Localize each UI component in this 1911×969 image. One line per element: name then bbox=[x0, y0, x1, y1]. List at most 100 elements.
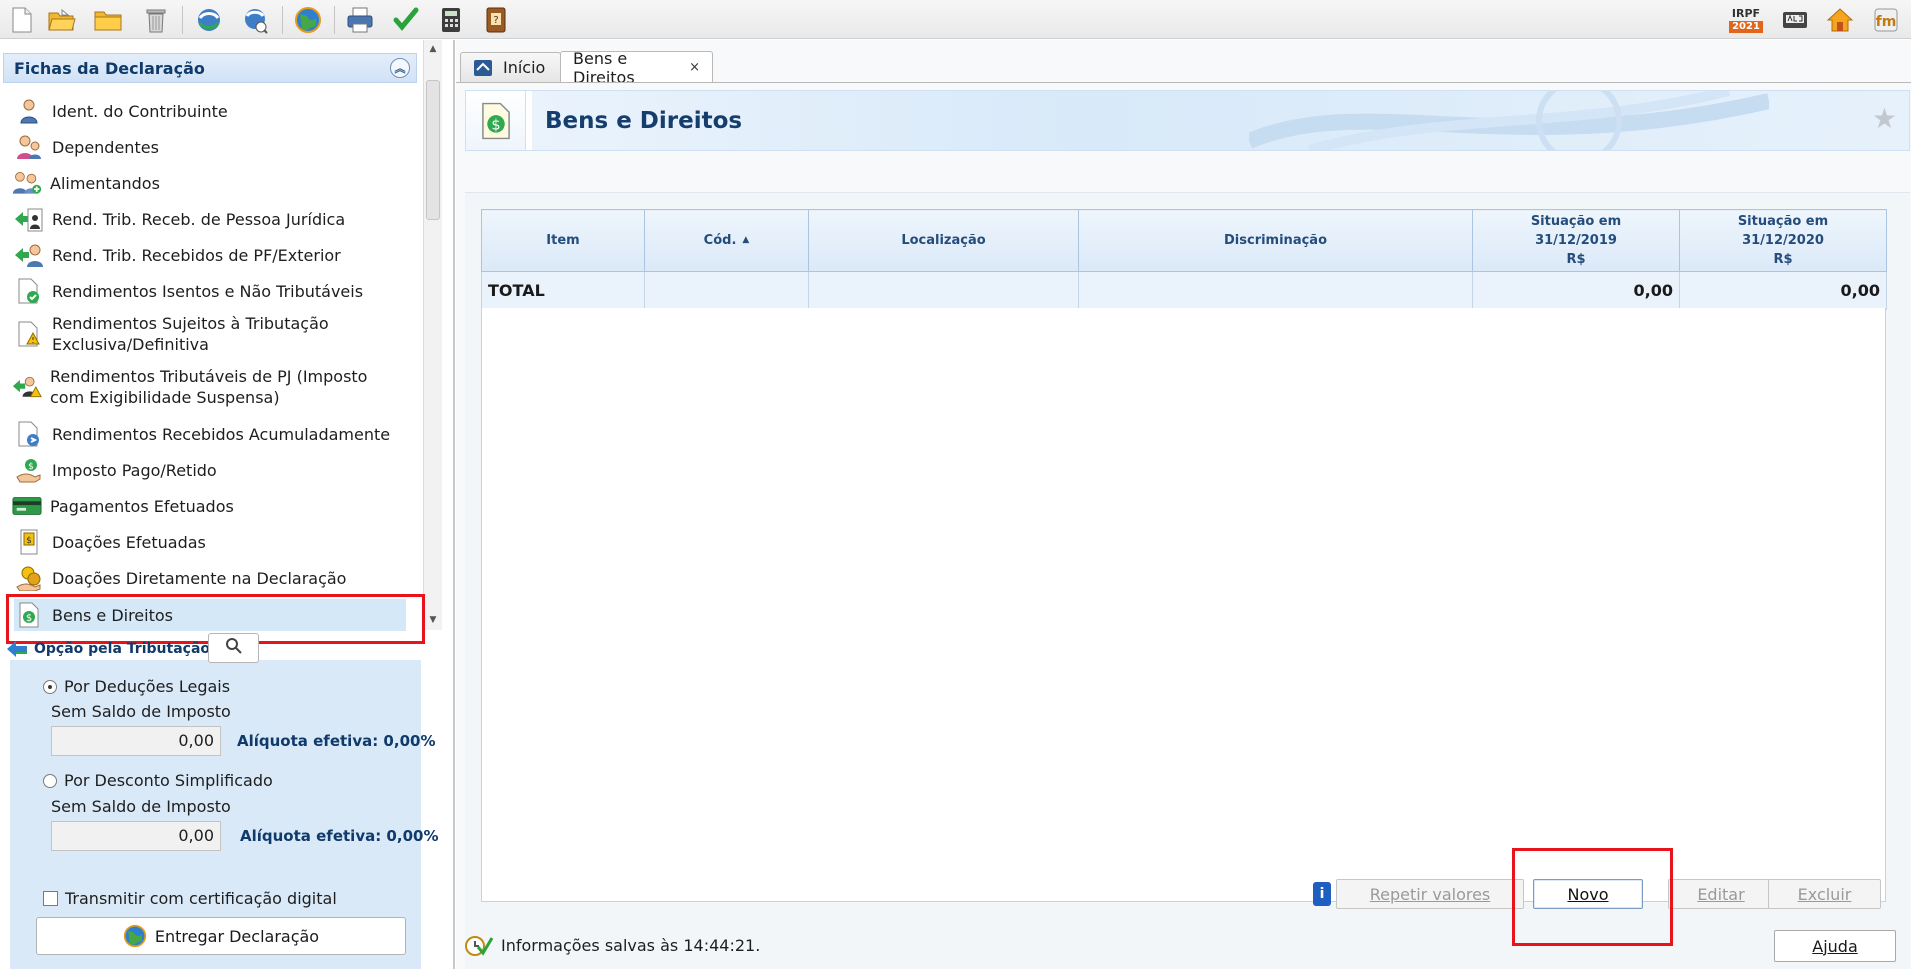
irpf-2021-icon[interactable]: IRPF 2021 bbox=[1726, 4, 1766, 36]
column-header-localizacao[interactable]: Localização bbox=[808, 209, 1079, 272]
transmit-icon[interactable] bbox=[193, 4, 225, 36]
edit-button[interactable]: Editar bbox=[1668, 879, 1774, 909]
recover-icon[interactable] bbox=[239, 4, 271, 36]
suspended-icon bbox=[12, 372, 42, 402]
sidebar-scrollbar[interactable]: ▲ ▼ bbox=[423, 40, 442, 630]
irpf-label: IRPF bbox=[1731, 6, 1761, 20]
sidebar-item-rend-pf[interactable]: Rend. Trib. Recebidos de PF/Exterior bbox=[14, 239, 404, 271]
payments-icon bbox=[12, 491, 42, 521]
repeat-values-button[interactable]: Repetir valores bbox=[1336, 879, 1524, 909]
sidebar-title: Fichas da Declaração bbox=[14, 58, 205, 78]
scroll-down-icon[interactable]: ▼ bbox=[426, 613, 440, 627]
column-header-item[interactable]: Item bbox=[481, 209, 645, 272]
sidebar-item-pagamentos[interactable]: Pagamentos Efetuados bbox=[12, 490, 402, 522]
open-folder-icon[interactable] bbox=[46, 4, 78, 36]
globe-icon[interactable] bbox=[292, 4, 324, 36]
column-header-situacao-2020[interactable]: Situação em 31/12/2020 R$ bbox=[1679, 209, 1887, 272]
alimentandos-icon bbox=[12, 168, 42, 198]
sidebar-item-dependentes[interactable]: Dependentes bbox=[14, 131, 404, 163]
legal-aliquota: Alíquota efetiva: 0,00% bbox=[237, 732, 436, 750]
radio-button[interactable] bbox=[43, 773, 57, 788]
magnifier-icon bbox=[225, 637, 243, 659]
scroll-up-icon[interactable]: ▲ bbox=[426, 42, 440, 56]
radio-desconto-simplificado[interactable]: Por Desconto Simplificado bbox=[43, 771, 273, 790]
assets-icon: $ bbox=[14, 600, 44, 630]
sidebar-item-isentos[interactable]: Rendimentos Isentos e Não Tributáveis bbox=[14, 275, 404, 307]
sidebar-item-label: Doações Efetuadas bbox=[52, 532, 206, 552]
favorite-star-icon[interactable]: ★ bbox=[1872, 105, 1897, 133]
radio-deducoes-legais[interactable]: Por Deduções Legais bbox=[43, 677, 230, 696]
total-2020: 0,00 bbox=[1679, 271, 1887, 310]
column-header-cod[interactable]: Cód. ▲ bbox=[644, 209, 809, 272]
collapse-icon[interactable]: ︽ bbox=[390, 58, 410, 78]
folder-icon[interactable] bbox=[92, 4, 124, 36]
radio-button[interactable] bbox=[43, 679, 57, 694]
calculator-icon[interactable] bbox=[435, 4, 467, 36]
info-icon[interactable]: i bbox=[1313, 882, 1331, 906]
check-icon[interactable] bbox=[390, 4, 422, 36]
tax-search-button[interactable] bbox=[208, 633, 259, 663]
sidebar-item-rend-pj[interactable]: Rend. Trib. Receb. de Pessoa Jurídica bbox=[14, 203, 404, 235]
new-document-icon[interactable] bbox=[6, 4, 38, 36]
sidebar-item-ident-contribuinte[interactable]: Ident. do Contribuinte bbox=[14, 95, 404, 127]
book-icon[interactable]: ? bbox=[480, 4, 512, 36]
trash-icon[interactable] bbox=[140, 4, 172, 36]
sidebar-item-bens-direitos[interactable]: $ Bens e Direitos bbox=[14, 599, 406, 631]
back-arrow-icon[interactable] bbox=[6, 640, 28, 662]
deliver-declaration-button[interactable]: Entregar Declaração bbox=[36, 917, 406, 955]
sidebar-item-acumuladamente[interactable]: Rendimentos Recebidos Acumuladamente bbox=[14, 418, 404, 450]
tab-bens-direitos[interactable]: Bens e Direitos × bbox=[560, 49, 713, 87]
sidebar-item-label: Rend. Trib. Recebidos de PF/Exterior bbox=[52, 245, 341, 265]
exempt-icon bbox=[14, 276, 44, 306]
checkbox[interactable] bbox=[43, 891, 58, 906]
sidebar-item-doacoes-diretamente[interactable]: Doações Diretamente na Declaração bbox=[14, 562, 404, 594]
total-label: TOTAL bbox=[481, 271, 645, 310]
main-content: Início Bens e Direitos × $ Bens e Direit… bbox=[456, 40, 1911, 969]
sidebar-item-exclusiva[interactable]: Rendimentos Sujeitos à Tributação Exclus… bbox=[14, 311, 404, 357]
banner-decoration bbox=[1249, 91, 1769, 150]
assets-icon: $ bbox=[466, 91, 526, 150]
main-toolbar: ? IRPF 2021 fm bbox=[0, 0, 1911, 39]
tax-paid-icon: $ bbox=[14, 455, 44, 485]
sidebar-item-label: Imposto Pago/Retido bbox=[52, 460, 217, 480]
fm-icon[interactable]: fm bbox=[1870, 4, 1902, 36]
simple-value-field: 0,00 bbox=[51, 821, 221, 851]
person-icon bbox=[14, 96, 44, 126]
svg-text:?: ? bbox=[493, 15, 498, 26]
column-header-situacao-2019[interactable]: Situação em 31/12/2019 R$ bbox=[1472, 209, 1680, 272]
transmit-certificate-checkbox[interactable]: Transmitir com certificação digital bbox=[43, 889, 337, 908]
sidebar-item-label: Rendimentos Sujeitos à Tributação Exclus… bbox=[52, 314, 329, 354]
status-bar: Informações salvas às 14:44:21. bbox=[465, 933, 760, 957]
abc-icon[interactable] bbox=[1779, 4, 1811, 36]
close-tab-icon[interactable]: × bbox=[689, 60, 700, 75]
sidebar-item-exigibilidade-suspensa[interactable]: Rendimentos Tributáveis de PJ (Imposto c… bbox=[12, 364, 402, 410]
svg-text:$: $ bbox=[26, 536, 32, 546]
sidebar-item-doacoes[interactable]: $ Doações Efetuadas bbox=[14, 526, 404, 558]
sidebar-item-label: Doações Diretamente na Declaração bbox=[52, 568, 347, 588]
home-icon[interactable] bbox=[1824, 4, 1856, 36]
exclusive-icon bbox=[14, 319, 44, 349]
tab-inicio[interactable]: Início bbox=[460, 52, 561, 82]
saved-check-icon bbox=[465, 933, 493, 957]
scroll-thumb[interactable] bbox=[426, 80, 440, 220]
total-cell-empty bbox=[644, 271, 809, 310]
sidebar-header: Fichas da Declaração ︽ bbox=[3, 53, 417, 83]
table-empty-area[interactable] bbox=[481, 308, 1886, 902]
sidebar-item-imposto-pago[interactable]: $ Imposto Pago/Retido bbox=[14, 454, 404, 486]
radio-label: Por Desconto Simplificado bbox=[64, 771, 273, 790]
irpf-year: 2021 bbox=[1729, 20, 1763, 33]
sidebar-item-alimentandos[interactable]: Alimentandos bbox=[12, 167, 402, 199]
print-icon[interactable] bbox=[344, 4, 376, 36]
column-header-discriminacao[interactable]: Discriminação bbox=[1078, 209, 1473, 272]
tab-label: Início bbox=[503, 58, 546, 77]
svg-text:$: $ bbox=[26, 613, 32, 624]
sidebar-item-label: Ident. do Contribuinte bbox=[52, 101, 228, 121]
help-button[interactable]: Ajuda bbox=[1774, 930, 1896, 962]
dependents-icon bbox=[14, 132, 44, 162]
sidebar-item-label: Rendimentos Tributáveis de PJ (Imposto c… bbox=[50, 367, 368, 407]
delete-button[interactable]: Excluir bbox=[1768, 879, 1881, 909]
new-button[interactable]: Novo bbox=[1533, 879, 1643, 909]
sidebar-item-label: Bens e Direitos bbox=[52, 605, 173, 625]
pane-divider[interactable] bbox=[453, 40, 455, 969]
svg-text:$: $ bbox=[491, 117, 500, 133]
